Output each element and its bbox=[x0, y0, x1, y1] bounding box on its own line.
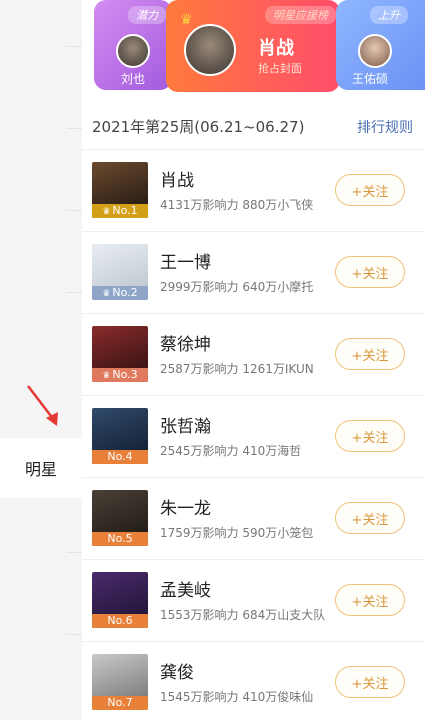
crown-icon: ♛ bbox=[102, 289, 111, 299]
rank-row[interactable]: ♛ No.2 王一博 2999万影响力 640万小摩托 +关注 bbox=[82, 232, 425, 314]
banner-card-name: 刘也 bbox=[120, 72, 145, 86]
star-name[interactable]: 朱一龙 bbox=[160, 494, 211, 519]
rank-badge: ♛ No.2 bbox=[92, 286, 148, 300]
star-thumbnail[interactable]: No.4 bbox=[92, 408, 148, 464]
rank-row[interactable]: No.5 朱一龙 1759万影响力 590万小笼包 +关注 bbox=[82, 478, 425, 560]
banner-card-tag: 明星应援榜 bbox=[265, 6, 336, 24]
rules-link[interactable]: 排行规则 bbox=[357, 117, 413, 137]
sidebar-divider bbox=[66, 634, 82, 635]
banner-carousel: 潜力 刘也 ♛ 明星应援榜 肖战 抢占封面 上升 王佑硕 bbox=[82, 0, 425, 98]
star-stats: 1759万影响力 590万小笼包 bbox=[160, 526, 314, 540]
rank-badge: ♛ No.3 bbox=[92, 368, 148, 382]
category-sidebar bbox=[0, 0, 82, 720]
sidebar-divider bbox=[66, 128, 82, 129]
rank-row[interactable]: ♛ No.1 肖战 4131万影响力 880万小飞侠 +关注 bbox=[82, 150, 425, 232]
rank-badge: No.5 bbox=[92, 532, 148, 546]
follow-button[interactable]: +关注 bbox=[335, 338, 405, 370]
banner-card-rising[interactable]: 上升 王佑硕 bbox=[336, 0, 425, 90]
follow-button[interactable]: +关注 bbox=[335, 174, 405, 206]
crown-icon: ♛ bbox=[102, 207, 111, 217]
star-name[interactable]: 张哲瀚 bbox=[160, 412, 211, 437]
banner-card-name: 王佑硕 bbox=[352, 72, 389, 86]
period-header: 2021年第25周(06.21~06.27) 排行规则 bbox=[82, 104, 425, 150]
sidebar-divider bbox=[66, 210, 82, 211]
rank-row[interactable]: No.4 张哲瀚 2545万影响力 410万海哲 +关注 bbox=[82, 396, 425, 478]
follow-button[interactable]: +关注 bbox=[335, 666, 405, 698]
star-thumbnail[interactable]: ♛ No.3 bbox=[92, 326, 148, 382]
rank-row[interactable]: ♛ No.3 蔡徐坤 2587万影响力 1261万IKUN +关注 bbox=[82, 314, 425, 396]
star-thumbnail[interactable]: No.7 bbox=[92, 654, 148, 710]
rank-badge: No.7 bbox=[92, 696, 148, 710]
star-name[interactable]: 蔡徐坤 bbox=[160, 330, 211, 355]
rank-badge: ♛ No.1 bbox=[92, 204, 148, 218]
banner-card-tag: 潜力 bbox=[128, 6, 166, 24]
rank-badge: No.6 bbox=[92, 614, 148, 628]
rank-label: No.5 bbox=[107, 532, 133, 545]
rank-row[interactable]: No.6 孟美岐 1553万影响力 684万山支大队 +关注 bbox=[82, 560, 425, 642]
star-name[interactable]: 龚俊 bbox=[160, 658, 194, 683]
rank-label: No.2 bbox=[112, 286, 138, 299]
rank-label: No.7 bbox=[107, 696, 133, 709]
star-stats: 1545万影响力 410万俊味仙 bbox=[160, 690, 314, 704]
sidebar-divider bbox=[66, 46, 82, 47]
star-name[interactable]: 孟美岐 bbox=[160, 576, 211, 601]
sidebar-divider bbox=[66, 292, 82, 293]
star-thumbnail[interactable]: No.5 bbox=[92, 490, 148, 546]
sidebar-divider bbox=[66, 552, 82, 553]
rank-label: No.4 bbox=[107, 450, 133, 463]
sidebar-tab-stars[interactable]: 明星 bbox=[0, 438, 82, 498]
star-stats: 4131万影响力 880万小飞侠 bbox=[160, 198, 314, 212]
follow-button[interactable]: +关注 bbox=[335, 420, 405, 452]
banner-card-featured[interactable]: ♛ 明星应援榜 肖战 抢占封面 bbox=[166, 0, 340, 92]
red-arrow-annotation bbox=[27, 385, 58, 426]
star-thumbnail[interactable]: No.6 bbox=[92, 572, 148, 628]
star-stats: 2999万影响力 640万小摩托 bbox=[160, 280, 314, 294]
banner-card-tag: 上升 bbox=[370, 6, 408, 24]
banner-card-subtitle: 抢占封面 bbox=[258, 62, 302, 75]
banner-card-name: 肖战 bbox=[258, 38, 294, 59]
star-thumbnail[interactable]: ♛ No.1 bbox=[92, 162, 148, 218]
crown-icon: ♛ bbox=[102, 371, 111, 381]
rank-label: No.1 bbox=[112, 204, 138, 217]
star-stats: 2587万影响力 1261万IKUN bbox=[160, 362, 314, 376]
crown-icon: ♛ bbox=[180, 12, 193, 28]
rank-label: No.6 bbox=[107, 614, 133, 627]
star-stats: 2545万影响力 410万海哲 bbox=[160, 444, 302, 458]
follow-button[interactable]: +关注 bbox=[335, 584, 405, 616]
follow-button[interactable]: +关注 bbox=[335, 256, 405, 288]
avatar bbox=[116, 34, 150, 68]
star-name[interactable]: 王一博 bbox=[160, 248, 211, 273]
star-stats: 1553万影响力 684万山支大队 bbox=[160, 608, 326, 622]
follow-button[interactable]: +关注 bbox=[335, 502, 405, 534]
star-name[interactable]: 肖战 bbox=[160, 166, 194, 191]
avatar bbox=[358, 34, 392, 68]
week-period: 2021年第25周(06.21~06.27) bbox=[92, 118, 305, 136]
rank-row[interactable]: No.7 龚俊 1545万影响力 410万俊味仙 +关注 bbox=[82, 642, 425, 720]
avatar bbox=[184, 24, 236, 76]
star-thumbnail[interactable]: ♛ No.2 bbox=[92, 244, 148, 300]
banner-card-potential[interactable]: 潜力 刘也 bbox=[94, 0, 172, 90]
rank-label: No.3 bbox=[112, 368, 138, 381]
rank-badge: No.4 bbox=[92, 450, 148, 464]
